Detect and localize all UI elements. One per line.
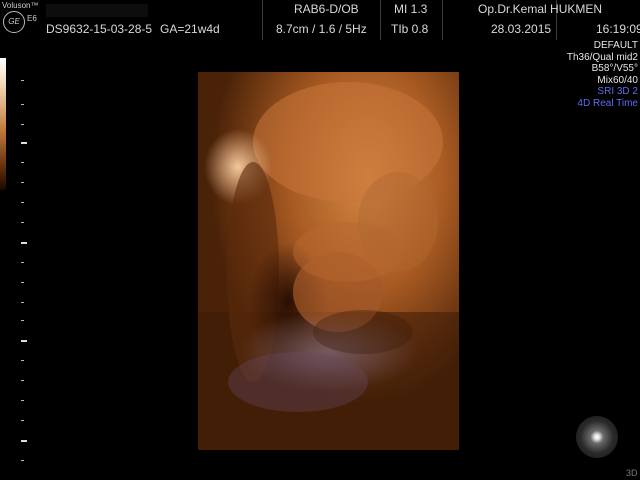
exam-date: 28.03.2015: [491, 22, 552, 36]
depth-tick: [21, 182, 24, 183]
fetal-face-image: [198, 72, 459, 450]
mi-value: MI 1.3: [394, 2, 428, 16]
setting-mix: Mix60/40: [597, 74, 638, 86]
depth-tick: [21, 202, 24, 203]
gestational-age: GA=21w4d: [160, 22, 220, 36]
exam-time: 16:19:09: [596, 22, 640, 36]
setting-mode: 4D Real Time: [577, 97, 638, 109]
depth-tick: [21, 124, 24, 125]
depth-tick: [21, 360, 24, 361]
depth-tick: [21, 302, 24, 303]
settings-panel: DEFAULT Th36/Qual mid2 B58°/V55° Mix60/4…: [567, 40, 638, 109]
depth-tick-major: [21, 242, 27, 244]
setting-sri: SRI 3D 2: [597, 86, 638, 97]
setting-preset: DEFAULT: [593, 40, 638, 51]
mode-indicator: 3D: [626, 468, 638, 478]
depth-tick: [21, 80, 24, 81]
depth-tick-major: [21, 440, 27, 442]
patient-id: DS9632-15-03-28-5: [46, 22, 153, 36]
doctor-name: Op.Dr.Kemal HUKMEN: [478, 2, 603, 16]
tib-value: TIb 0.8: [391, 22, 429, 36]
depth-tick: [21, 400, 24, 401]
setting-angles: B58°/V55°: [591, 63, 638, 74]
depth-tick: [21, 222, 24, 223]
depth-tick: [21, 320, 24, 321]
header-bar: Voluson™ GE E6 RAB6-D/OB MI 1.3 Op.Dr.Ke…: [0, 0, 640, 40]
depth-tick-major: [21, 340, 27, 342]
depth-frequency: 8.7cm / 1.6 / 5Hz: [276, 22, 367, 36]
depth-tick: [21, 380, 24, 381]
depth-tick-major: [21, 142, 27, 144]
ultrasound-3d-render[interactable]: [198, 72, 459, 450]
depth-tick: [21, 162, 24, 163]
orientation-marker-icon: [576, 416, 618, 458]
depth-tick: [21, 460, 24, 461]
depth-tick: [21, 282, 24, 283]
gray-scale-bar: [0, 58, 6, 190]
depth-tick: [21, 104, 24, 105]
probe-label: RAB6-D/OB: [294, 2, 359, 16]
depth-tick: [21, 262, 24, 263]
setting-threshold-quality: Th36/Qual mid2: [566, 51, 638, 63]
depth-tick: [21, 420, 24, 421]
